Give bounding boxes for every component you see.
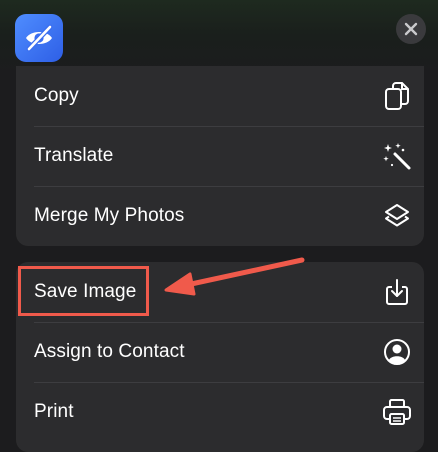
highlight-box xyxy=(18,266,149,316)
menu-item-copy[interactable]: Copy xyxy=(16,66,424,126)
menu-item-label: Print xyxy=(34,401,74,422)
menu-item-translate[interactable]: Translate xyxy=(16,126,424,186)
menu-item-print[interactable]: Print xyxy=(16,382,424,442)
layers-icon xyxy=(382,201,412,231)
menu-group-primary: Copy Translate Merge My Photos xyxy=(16,66,424,246)
eye-slash-icon xyxy=(26,24,53,52)
printer-icon xyxy=(382,397,412,427)
menu-item-label: Copy xyxy=(34,85,79,106)
menu-item-assign-to-contact[interactable]: Assign to Contact xyxy=(16,322,424,382)
menu-item-label: Merge My Photos xyxy=(34,205,185,226)
menu-item-merge-my-photos[interactable]: Merge My Photos xyxy=(16,186,424,246)
person-circle-icon xyxy=(382,337,412,367)
menu-item-label: Assign to Contact xyxy=(34,341,185,362)
magic-wand-icon xyxy=(382,141,412,171)
download-icon xyxy=(382,277,412,307)
annotation-arrow-icon xyxy=(164,257,305,296)
close-button[interactable] xyxy=(396,14,426,44)
menu-item-label: Translate xyxy=(34,145,114,166)
close-icon xyxy=(404,22,418,36)
copy-icon xyxy=(382,81,412,111)
app-icon xyxy=(15,14,63,62)
